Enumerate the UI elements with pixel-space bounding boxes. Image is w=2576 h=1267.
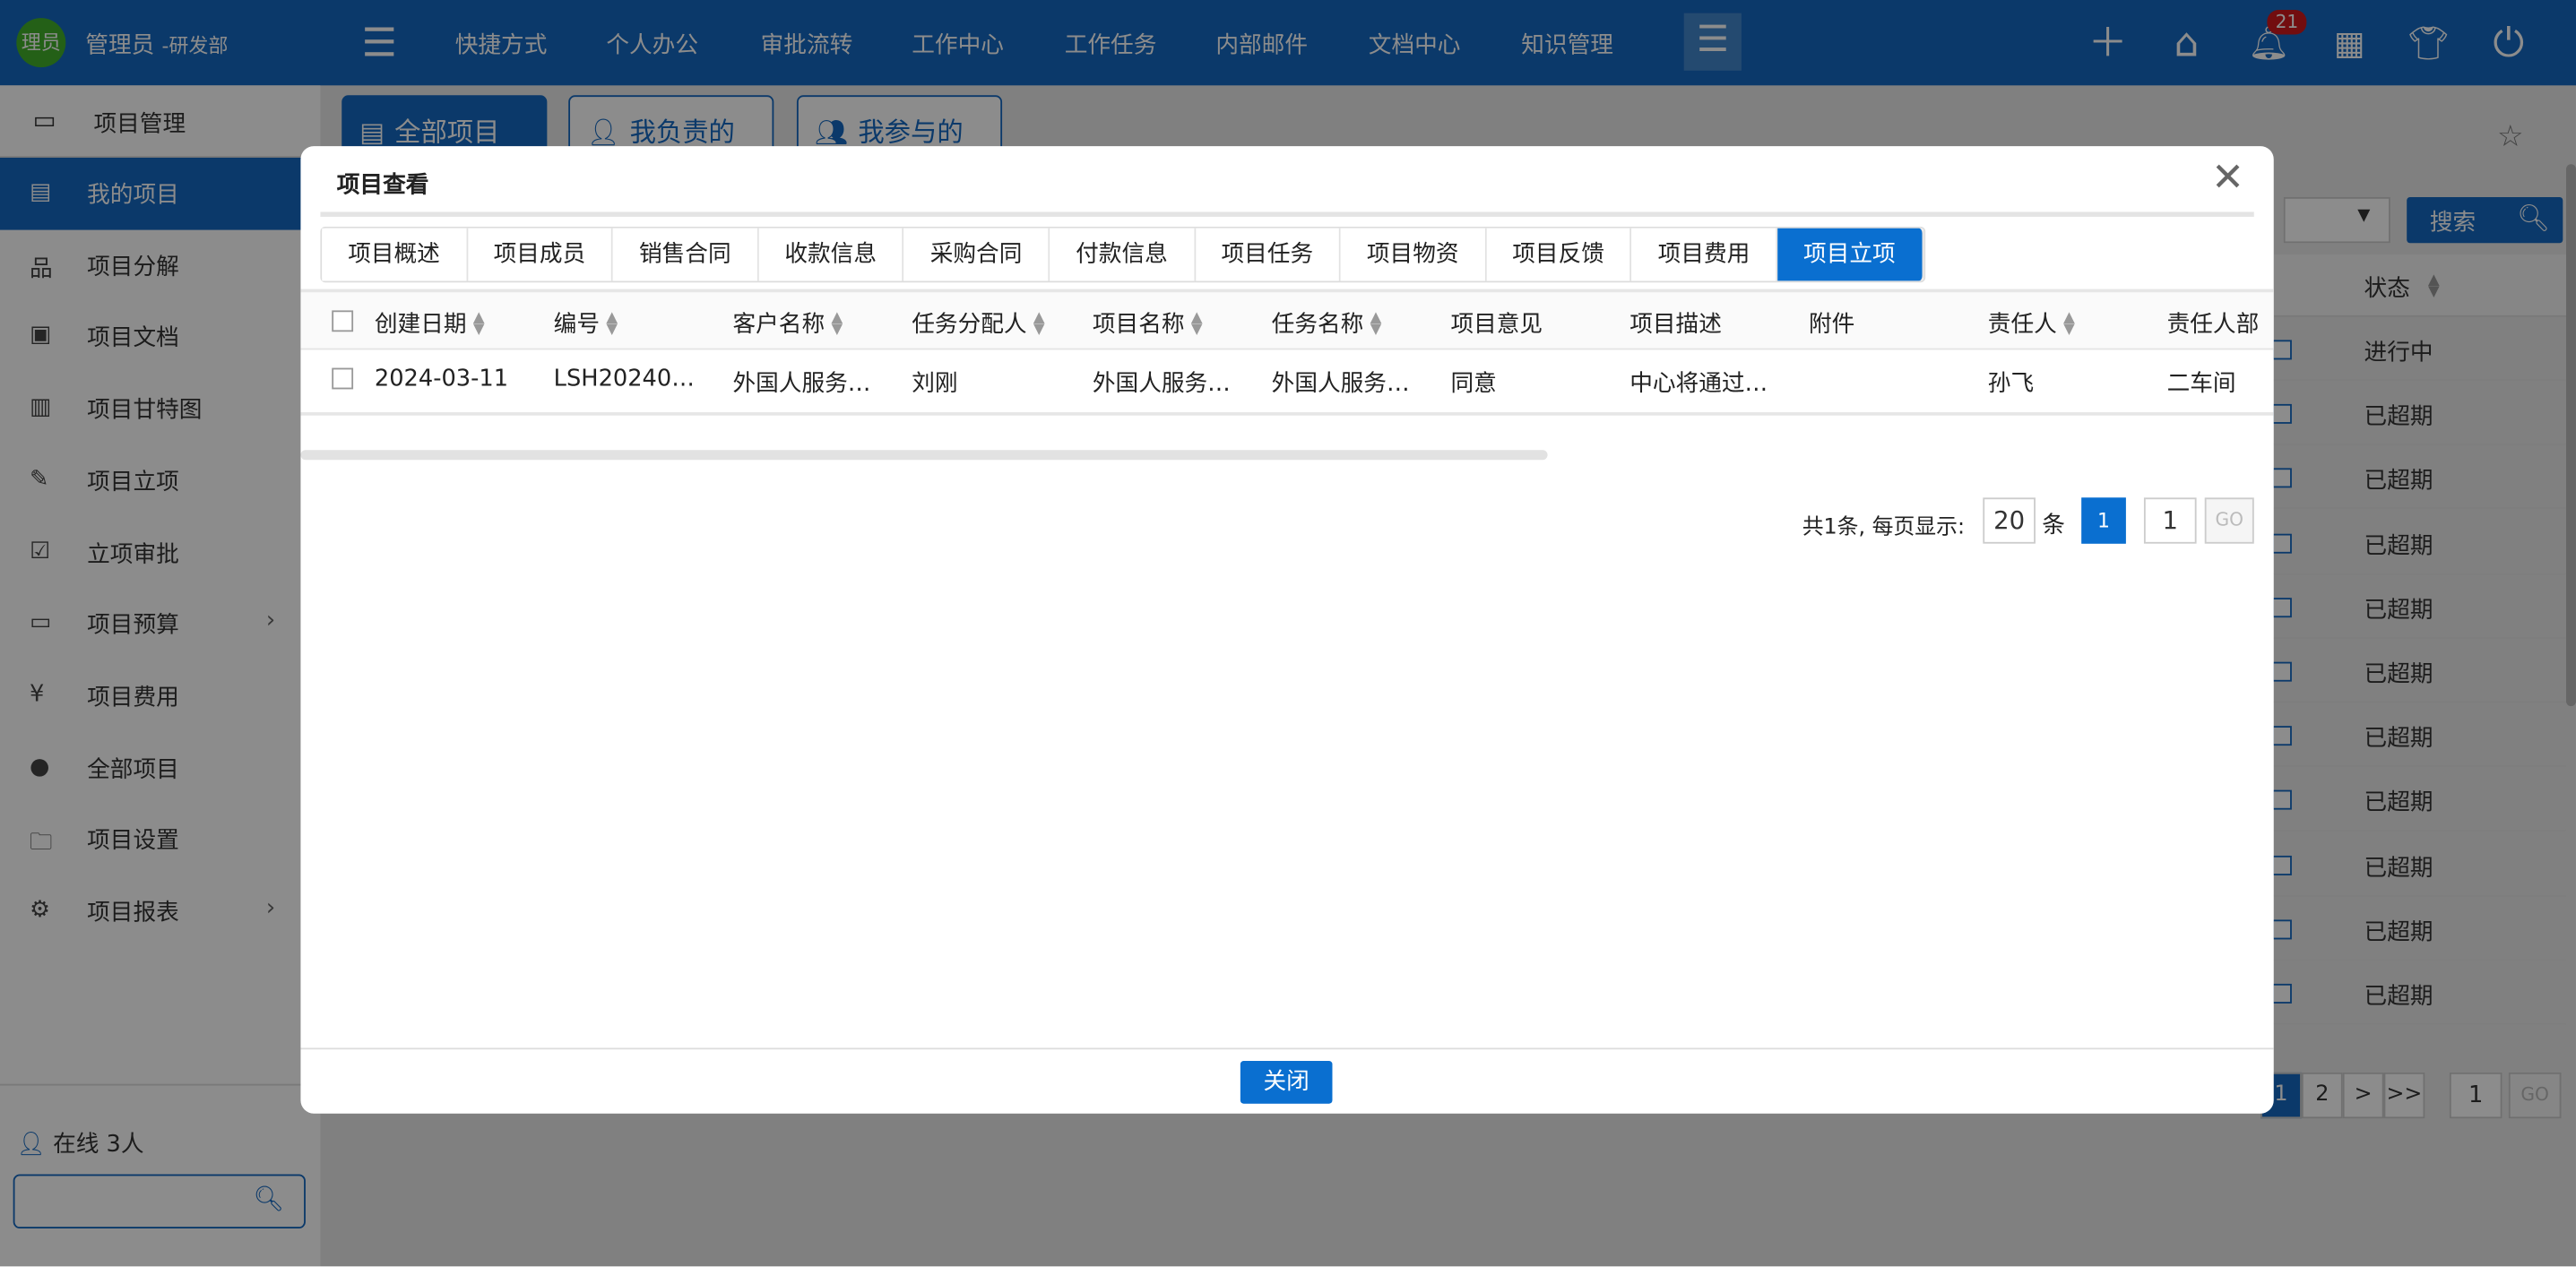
modal-tab[interactable]: 项目成员 (467, 228, 614, 281)
column-header[interactable]: 项目名称 ▲ ▼ (1093, 307, 1203, 340)
column-header-label: 责任人 (1987, 312, 2057, 339)
column-header-label: 客户名称 (732, 312, 826, 339)
column-header-label: 责任人部 (2166, 312, 2260, 339)
modal-tab[interactable]: 项目立项 (1777, 228, 1923, 281)
table-cell: 外国人服务… (1092, 371, 1231, 398)
column-header-label: 项目意见 (1450, 312, 1543, 339)
sort-icon[interactable]: ▲ ▼ (1370, 311, 1382, 337)
column-header-label: 任务分配人 (912, 312, 1027, 339)
go-button[interactable]: GO (2204, 497, 2254, 544)
project-view-modal: 项目查看 ✕ 项目概述 项目成员 销售合同 收款信息 采购合同 付款信息 项目任务 项目物资项… (300, 146, 2274, 1114)
modal-tab[interactable]: 付款信息 (1050, 228, 1196, 281)
column-header[interactable]: 责任人 ▲ ▼ (1988, 307, 2075, 340)
table-cell: 同意 (1450, 371, 1497, 398)
column-header[interactable]: 项目意见 (1450, 307, 1543, 340)
table-row[interactable]: 2024-03-11 LSH20240… 外国人服务… 刘刚 外国人服务… 外国人服务… 同… (300, 349, 2274, 416)
column-header-label: 编号 (553, 312, 601, 339)
modal-tab[interactable]: 销售合同 (613, 228, 759, 281)
column-header[interactable]: 创建日期 ▲ ▼ (375, 307, 485, 340)
horizontal-scrollbar[interactable] (300, 450, 1548, 461)
column-header[interactable]: 任务名称 ▲ ▼ (1272, 307, 1382, 340)
sort-icon[interactable]: ▲ ▼ (606, 311, 618, 337)
column-header-label: 附件 (1809, 312, 1855, 339)
page-size-input[interactable]: 20 (1983, 497, 2036, 544)
divider (320, 211, 2254, 217)
page-button-current[interactable]: 1 (2081, 497, 2126, 544)
column-header[interactable]: 附件 (1809, 307, 1854, 340)
table-cell: 中心将通过… (1629, 371, 1768, 398)
column-header[interactable]: 项目描述 (1629, 307, 1722, 340)
sort-icon[interactable]: ▲ ▼ (831, 311, 843, 337)
table-cell: 孙飞 (1987, 371, 2035, 398)
sort-icon[interactable]: ▲ ▼ (473, 311, 485, 337)
column-header-label: 任务名称 (1271, 312, 1364, 339)
row-checkbox[interactable] (332, 367, 354, 390)
column-header-label: 项目描述 (1629, 312, 1722, 339)
table-cell: 外国人服务… (1271, 371, 1410, 398)
table-cell: 2024-03-11 (374, 366, 509, 393)
divider (300, 1047, 2274, 1050)
table-cell: 刘刚 (912, 371, 958, 398)
select-all-checkbox[interactable] (332, 310, 354, 332)
sort-icon[interactable]: ▲ ▼ (2063, 311, 2075, 337)
table-cell: 外国人服务… (732, 371, 871, 398)
table-header: 创建日期 ▲ ▼ 编号 ▲ ▼ 客户名称 ▲ ▼ 任务分配人 ▲ ▼ 项目名称 ▲ ▼ 任务名称 ▲ ▼ 项目意见项… (300, 289, 2274, 350)
table-cell: 二车间 (2166, 371, 2236, 398)
pagination-summary: 共1条, 每页显示: (1802, 515, 1966, 541)
modal-title: 项目查看 (336, 172, 429, 199)
modal-tab[interactable]: 项目概述 (322, 228, 468, 281)
column-header-label: 创建日期 (374, 312, 467, 339)
modal-tab[interactable]: 项目反馈 (1486, 228, 1632, 281)
modal-tab[interactable]: 采购合同 (903, 228, 1050, 281)
modal-tabs: 项目概述 项目成员 销售合同 收款信息 采购合同 付款信息 项目任务 项目物资 项目反馈 项目费用… (320, 226, 1925, 283)
column-header-label: 项目名称 (1092, 312, 1185, 339)
modal-tab[interactable]: 项目费用 (1631, 228, 1778, 281)
modal-tab[interactable]: 项目任务 (1195, 228, 1341, 281)
close-icon[interactable]: ✕ (2211, 154, 2244, 200)
table-cell: LSH20240… (553, 366, 695, 393)
sort-icon[interactable]: ▲ ▼ (1033, 311, 1045, 337)
column-header[interactable]: 任务分配人 ▲ ▼ (912, 307, 1044, 340)
page-size-unit: 条 (2042, 512, 2065, 539)
column-header[interactable]: 编号 ▲ ▼ (554, 307, 618, 340)
page-number-input[interactable]: 1 (2143, 497, 2197, 544)
modal-tab[interactable]: 项目物资 (1340, 228, 1487, 281)
close-button[interactable]: 关闭 (1240, 1061, 1333, 1104)
column-header[interactable]: 客户名称 ▲ ▼ (732, 307, 843, 340)
modal-tab[interactable]: 收款信息 (758, 228, 904, 281)
sort-icon[interactable]: ▲ ▼ (1191, 311, 1203, 337)
column-header[interactable]: 责任人部 (2167, 307, 2260, 340)
